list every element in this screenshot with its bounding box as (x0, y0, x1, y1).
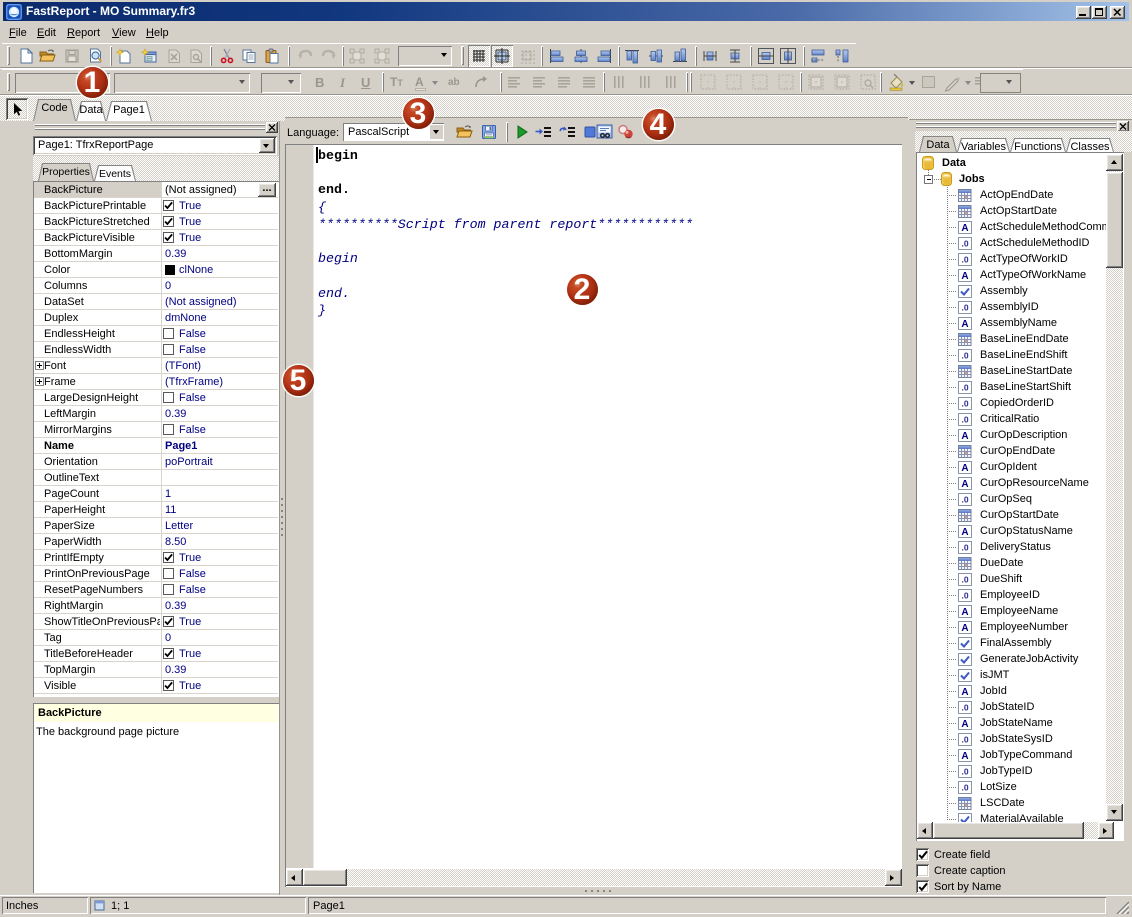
svg-text:.0: .0 (961, 590, 968, 600)
svg-text:A: A (961, 719, 968, 730)
svg-text:.0: .0 (961, 398, 968, 408)
svg-text:A: A (961, 431, 968, 442)
svg-text:.0: .0 (961, 702, 968, 712)
svg-text:.0: .0 (961, 542, 968, 552)
svg-text:A: A (961, 687, 968, 698)
svg-text:A: A (961, 463, 968, 474)
svg-text:.0: .0 (961, 734, 968, 744)
svg-text:.0: .0 (961, 238, 968, 248)
svg-text:.0: .0 (961, 574, 968, 584)
svg-text:A: A (961, 607, 968, 618)
svg-text:.0: .0 (961, 382, 968, 392)
svg-text:.0: .0 (961, 766, 968, 776)
svg-text:A: A (961, 223, 968, 234)
svg-text:.0: .0 (961, 782, 968, 792)
svg-text:.0: .0 (961, 494, 968, 504)
svg-text:A: A (961, 319, 968, 330)
svg-text:A: A (961, 271, 968, 282)
svg-text:.0: .0 (961, 302, 968, 312)
svg-text:A: A (961, 751, 968, 762)
svg-text:.0: .0 (961, 254, 968, 264)
svg-text:A: A (961, 479, 968, 490)
svg-text:A: A (961, 527, 968, 538)
svg-text:.0: .0 (961, 414, 968, 424)
svg-text:A: A (961, 623, 968, 634)
svg-text:.0: .0 (961, 350, 968, 360)
